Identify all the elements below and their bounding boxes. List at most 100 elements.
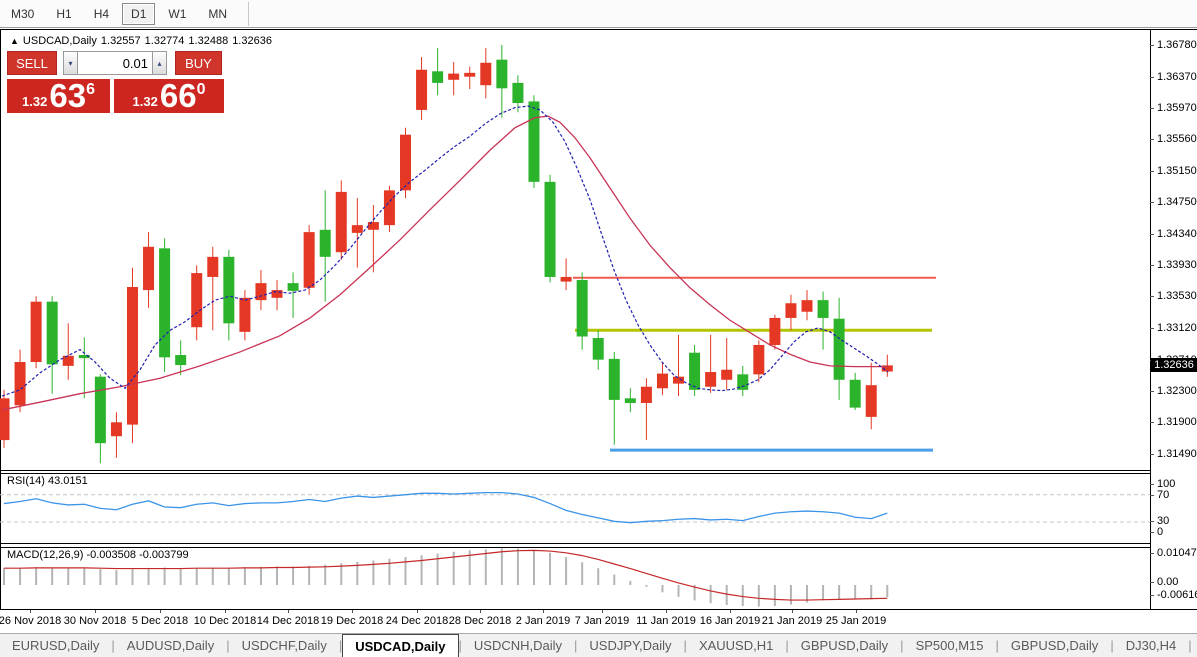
timeframe-button-h1[interactable]: H1	[47, 3, 80, 25]
candle-body	[191, 273, 203, 328]
price-tick	[1150, 45, 1154, 46]
chart-tab-audusd-daily[interactable]: AUDUSD,Daily	[115, 634, 226, 657]
rsi-axis-tick	[1150, 532, 1154, 533]
date-tick	[480, 610, 481, 613]
symbol-tab-bar: EURUSD,Daily | AUDUSD,Daily | USDCHF,Daily | U…	[0, 633, 1197, 657]
timeframe-button-h4[interactable]: H4	[85, 3, 118, 25]
candle-body	[801, 300, 813, 312]
volume-increase-button[interactable]: ▴	[152, 51, 167, 75]
main-panel-divider[interactable]	[0, 470, 1150, 471]
date-tick	[856, 610, 857, 613]
candle-body	[271, 290, 283, 298]
date-tick	[792, 610, 793, 613]
timeframe-button-m30[interactable]: M30	[2, 3, 43, 25]
candle-body	[367, 222, 379, 230]
bid-price-button[interactable]: 1.32 63 6	[7, 76, 110, 114]
candle-body	[544, 181, 556, 277]
price-tick-label: 1.33120	[1157, 321, 1197, 334]
price-tick-label: 1.36370	[1157, 70, 1197, 83]
candle-body	[689, 352, 701, 390]
candle-body	[223, 256, 235, 324]
ohlc-low: 1.32488	[188, 35, 229, 47]
price-tick	[1150, 422, 1154, 424]
candle-body	[480, 62, 492, 86]
buy-button[interactable]: BUY	[175, 51, 222, 75]
price-tick	[1150, 201, 1154, 203]
rsi-indicator-chart[interactable]	[0, 474, 1150, 543]
price-tick	[1150, 171, 1154, 173]
price-tick	[1150, 76, 1154, 78]
candle-body	[126, 286, 138, 425]
sell-button[interactable]: SELL	[7, 51, 57, 75]
candle-body	[576, 280, 588, 337]
date-tick	[160, 610, 161, 613]
price-tick	[1150, 453, 1154, 455]
candle-body	[303, 232, 315, 288]
date-label: 28 Dec 2018	[448, 615, 512, 627]
price-tick	[1150, 265, 1154, 267]
chart-tab-usdjpy-daily[interactable]: USDJPY,Daily	[577, 634, 683, 657]
candle-body	[46, 301, 58, 365]
rsi-line	[3, 492, 888, 524]
chart-tab-usdcnh-daily[interactable]: USDCNH,Daily	[462, 634, 574, 657]
chart-tab-dj30-h4[interactable]: DJ30,H4	[1114, 634, 1189, 657]
price-tick	[1150, 391, 1154, 393]
timeframe-button-mn[interactable]: MN	[199, 3, 236, 25]
candle-body	[239, 297, 251, 332]
chart-tab-eurusd-daily[interactable]: EURUSD,Daily	[0, 634, 111, 657]
timeframe-button-w1[interactable]: W1	[159, 3, 195, 25]
timeframe-toolbar: M30 H1 H4 D1 W1 MN	[0, 0, 1197, 28]
rsi-label: RSI(14) 43.0151	[7, 475, 88, 487]
candle-body	[62, 355, 74, 366]
ohlc-high: 1.32774	[144, 35, 185, 47]
macd-axis-label: 0.010471	[1157, 547, 1197, 559]
candle-body	[528, 101, 540, 182]
price-tick-label: 1.33930	[1157, 259, 1197, 272]
macd-label: MACD(12,26,9) -0.003508 -0.003799	[7, 549, 189, 561]
candle-body	[110, 422, 122, 437]
price-tick-label: 1.35970	[1157, 101, 1197, 114]
candle-body	[432, 71, 444, 83]
price-tick	[1150, 139, 1154, 141]
rsi-axis-label: 70	[1157, 489, 1170, 501]
chart-tab-gbpusd-daily[interactable]: GBPUSD,Daily	[789, 634, 900, 657]
chart-tab-gbpusd-daily[interactable]: GBPUSD,Daily	[999, 634, 1110, 657]
volume-decrease-button[interactable]: ▾	[63, 51, 78, 75]
candle-body	[817, 300, 829, 318]
price-tick	[1150, 327, 1154, 329]
date-axis[interactable]: 26 Nov 2018 30 Nov 2018 5 Dec 2018 10 Dec 2…	[0, 610, 1150, 633]
candle-body	[0, 398, 10, 441]
price-tick-label: 1.31490	[1157, 447, 1197, 460]
chart-tab-usdcad-daily[interactable]: USDCAD,Daily	[342, 634, 459, 657]
date-tick	[730, 610, 731, 613]
date-label: 26 Nov 2018	[0, 615, 62, 627]
macd-axis-label: 0.00	[1157, 576, 1179, 588]
price-tick-label: 1.34340	[1157, 227, 1197, 240]
candle-body	[705, 372, 717, 387]
chart-tab-sp500-m15[interactable]: SP500,M15	[904, 634, 996, 657]
timeframe-button-d1[interactable]: D1	[122, 2, 156, 25]
price-tick	[1150, 296, 1154, 298]
date-tick	[288, 610, 289, 613]
date-label: 16 Jan 2019	[699, 615, 761, 627]
date-label: 11 Jan 2019	[636, 615, 696, 627]
chart-tab-xauusd-h1[interactable]: XAUUSD,H1	[687, 634, 785, 657]
date-tick	[417, 610, 418, 613]
collapse-triangle-icon[interactable]: ▲	[10, 36, 19, 46]
rsi-axis-tick	[1150, 495, 1154, 496]
bid-price-pip: 6	[86, 81, 95, 98]
price-tick-label: 1.35560	[1157, 133, 1197, 146]
bid-price-main: 63	[49, 76, 87, 114]
date-label: 24 Dec 2018	[385, 615, 449, 627]
chart-tab-usdchf-daily[interactable]: USDCHF,Daily	[230, 634, 339, 657]
rsi-axis-label: 0	[1157, 526, 1164, 538]
candle-body	[753, 344, 765, 375]
candle-body	[865, 385, 877, 417]
rsi-panel-divider[interactable]	[0, 543, 1150, 544]
volume-input[interactable]	[78, 51, 152, 75]
ask-price-button[interactable]: 1.32 66 0	[114, 78, 224, 113]
chart-tab-tech100-h1[interactable]: TECH100,H1	[1192, 634, 1197, 657]
macd-axis-label: -0.006164	[1157, 589, 1197, 601]
macd-axis-tick	[1150, 553, 1154, 554]
candle-body	[592, 338, 604, 360]
